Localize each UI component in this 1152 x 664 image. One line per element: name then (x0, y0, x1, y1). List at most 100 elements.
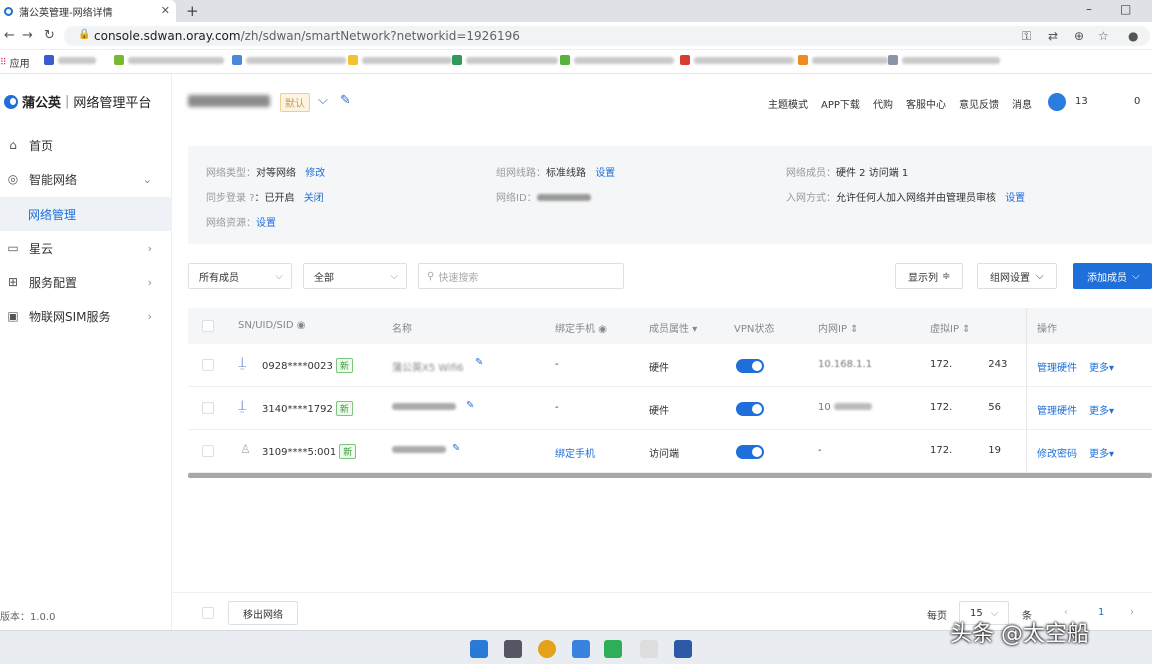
row-attr: 访问端 (649, 449, 679, 460)
taskview-icon[interactable] (504, 640, 522, 658)
bookmark-item[interactable] (560, 55, 674, 65)
col-lan-ip[interactable]: 内网IP ⇕ (818, 320, 859, 335)
next-page-icon[interactable]: › (1130, 607, 1134, 618)
row-checkbox[interactable] (202, 402, 214, 414)
bookmark-item[interactable] (114, 55, 224, 65)
sidebar-item-home[interactable]: ⌂ 首页 (0, 128, 172, 162)
forward-icon[interactable]: → (22, 28, 33, 43)
nav-theme-mode[interactable]: 主题模式 (768, 96, 808, 111)
bookmark-item[interactable] (452, 55, 558, 65)
vpn-toggle[interactable] (736, 445, 764, 459)
edit-icon[interactable]: ✎ (340, 93, 351, 108)
row-checkbox[interactable] (202, 359, 214, 371)
bind-phone-link[interactable]: 绑定手机 (555, 445, 595, 460)
more-dropdown[interactable]: 更多▾ (1089, 402, 1114, 417)
search-input[interactable]: ⚲ 快速搜索 (418, 263, 624, 289)
edit-icon[interactable]: ✎ (475, 357, 483, 368)
edit-icon[interactable]: ✎ (466, 400, 474, 411)
info-line: 组网线路：标准线路 设置 (496, 168, 616, 179)
change-password-link[interactable]: 修改密码 (1037, 445, 1077, 460)
new-badge: 新 (339, 444, 357, 459)
minimize-button[interactable]: – (1086, 2, 1092, 16)
user-id-suffix[interactable]: 0 (1134, 96, 1140, 107)
line-settings-link[interactable]: 设置 (595, 168, 615, 179)
chevron-down-icon: ⌵ (1132, 270, 1140, 282)
wechat-icon[interactable] (604, 640, 622, 658)
zoom-icon[interactable]: ⊕ (1074, 29, 1084, 43)
url-input[interactable]: 🔒 console.sdwan.oray.com/zh/sdwan/smartN… (64, 26, 1150, 46)
new-tab-button[interactable]: + (186, 2, 199, 20)
avatar[interactable] (1048, 93, 1066, 111)
bookmark-item[interactable] (348, 55, 452, 65)
nav-feedback[interactable]: 意见反馈 (959, 96, 999, 111)
close-tab-icon[interactable]: ✕ (161, 4, 170, 17)
back-icon[interactable]: ← (4, 28, 15, 43)
edit-icon[interactable]: ✎ (452, 443, 460, 454)
bookmark-item[interactable] (798, 55, 888, 65)
nav-purchase[interactable]: 代购 (873, 96, 893, 111)
bookmark-item[interactable] (44, 55, 96, 65)
more-dropdown[interactable]: 更多▾ (1089, 359, 1114, 374)
more-dropdown[interactable]: 更多▾ (1089, 445, 1114, 460)
maximize-button[interactable]: □ (1120, 2, 1131, 16)
key-icon[interactable]: ⚿ (1022, 29, 1031, 44)
sidebar-item-nebula[interactable]: ▭ 星云 › (0, 231, 172, 265)
modify-link[interactable]: 修改 (305, 168, 325, 179)
profile-icon[interactable]: ● (1128, 29, 1138, 43)
notepad-icon[interactable] (640, 640, 658, 658)
col-virtual-ip[interactable]: 虚拟IP ⇕ (930, 320, 971, 335)
footer-checkbox[interactable] (202, 607, 214, 619)
bookmark-item[interactable] (232, 55, 346, 65)
columns-button[interactable]: 显示列 ≑ (895, 263, 964, 289)
member-filter-select[interactable]: 所有成员 ⌵ (188, 263, 292, 289)
manage-hardware-link[interactable]: 管理硬件 (1037, 359, 1077, 374)
router-icon: ⍊ (238, 398, 247, 414)
join-settings-link[interactable]: 设置 (1005, 193, 1025, 204)
status-filter-select[interactable]: 全部 ⌵ (303, 263, 407, 289)
select-all-checkbox[interactable] (202, 320, 214, 332)
table-header: SN/UID/SID ◉ 名称 绑定手机 ◉ 成员属性 ▾ VPN状态 内网IP… (188, 308, 1152, 344)
user-id-prefix[interactable]: 13 (1075, 96, 1088, 107)
close-sync-link[interactable]: 关闭 (304, 193, 324, 204)
column-divider (1026, 308, 1027, 474)
app-icon[interactable] (674, 640, 692, 658)
chrome-icon[interactable] (538, 640, 556, 658)
reload-icon[interactable]: ↻ (44, 28, 55, 43)
vpn-toggle[interactable] (736, 359, 764, 373)
translate-icon[interactable]: ⇄ (1048, 29, 1058, 43)
current-page[interactable]: 1 (1098, 607, 1104, 618)
vpn-toggle[interactable] (736, 402, 764, 416)
row-name-blurred (392, 445, 446, 456)
sidebar-item-network-management[interactable]: 网络管理 (0, 197, 172, 231)
sidebar-item-iot-sim[interactable]: ▣ 物联网SIM服务 › (0, 299, 172, 333)
remove-from-network-button[interactable]: 移出网络 (228, 601, 298, 625)
bookmark-apps[interactable]: ⠿ 应用 (0, 55, 30, 71)
brand-logo[interactable]: 蒲公英 | 网络管理平台 (4, 92, 151, 111)
app-icon[interactable] (572, 640, 590, 658)
default-tag: 默认 (280, 93, 310, 112)
sidebar-item-smart-network[interactable]: ◎ 智能网络 ⌄ (0, 162, 172, 196)
start-icon[interactable] (470, 640, 488, 658)
bookmark-item[interactable] (680, 55, 794, 65)
manage-hardware-link[interactable]: 管理硬件 (1037, 402, 1077, 417)
add-member-button[interactable]: 添加成员 ⌵ (1073, 263, 1152, 289)
caret-down-icon: ▾ (692, 324, 698, 335)
row-sn: 0928****0023 新 (262, 358, 353, 373)
col-attr[interactable]: 成员属性 ▾ (649, 320, 697, 335)
watermark: 头条 @太空船 (950, 622, 1089, 647)
info-net-type: 网络类型：对等网络 修改 (206, 168, 326, 179)
sidebar-item-service-config[interactable]: ⊞ 服务配置 › (0, 265, 172, 299)
browser-tab-bar: 蒲公英管理-网络详情 ✕ + – □ (0, 0, 1152, 22)
resource-settings-link[interactable]: 设置 (256, 218, 276, 229)
chevron-down-icon[interactable]: ⌵ (318, 93, 328, 108)
nav-messages[interactable]: 消息 (1012, 96, 1032, 111)
nav-app-download[interactable]: APP下载 (821, 96, 860, 111)
bookmark-item[interactable] (888, 55, 1000, 65)
star-icon[interactable]: ☆ (1098, 29, 1109, 43)
group-settings-button[interactable]: 组网设置 ⌵ (977, 263, 1057, 289)
horizontal-scrollbar[interactable] (188, 473, 1152, 478)
browser-tab[interactable]: 蒲公英管理-网络详情 ✕ (0, 0, 176, 22)
row-sn: 3140****1792 新 (262, 401, 353, 416)
row-checkbox[interactable] (202, 445, 214, 457)
nav-customer-service[interactable]: 客服中心 (906, 96, 946, 111)
